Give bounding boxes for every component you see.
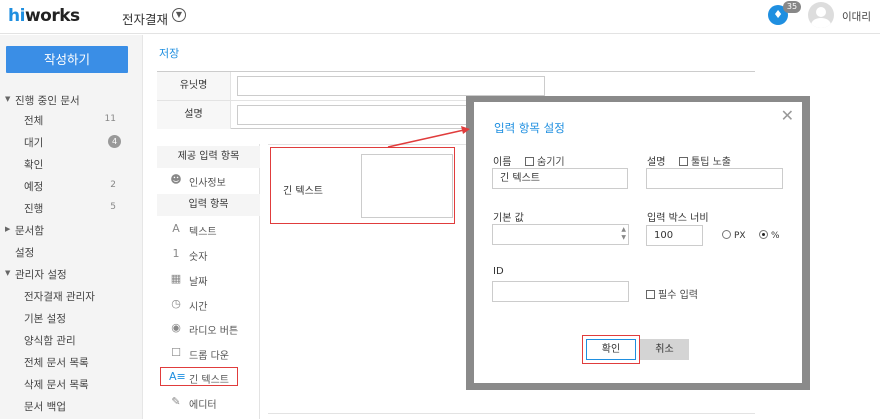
calendar-icon: ▦: [170, 272, 182, 285]
canvas-divider-bottom: [268, 413, 755, 414]
count-waiting-badge: 4: [108, 135, 121, 148]
app-title: 전자결재: [122, 12, 169, 27]
palette-item-dropdown[interactable]: ☐ 드롭 다운: [169, 345, 257, 363]
unit-name-label: 유닛명: [157, 72, 231, 100]
count-all: 11: [104, 114, 116, 124]
input-width-label: 입력 박스 너비: [647, 213, 709, 224]
palette-item-editor[interactable]: ✎ 에디터: [169, 394, 257, 412]
close-icon[interactable]: ✕: [781, 106, 794, 125]
default-value-input[interactable]: ▲ ▼: [492, 224, 629, 245]
unit-percent-radio[interactable]: %: [759, 230, 780, 241]
modal-title: 입력 항목 설정: [494, 121, 565, 135]
sidebar-item-basic-settings[interactable]: 기본 설정: [0, 308, 143, 328]
palette-item-number[interactable]: 1 숫자: [169, 246, 257, 264]
count-progress: 5: [110, 202, 116, 212]
sidebar-item-all[interactable]: 전체 11: [0, 110, 143, 130]
count-scheduled: 2: [110, 180, 116, 190]
sidebar-item-archive[interactable]: ▶ 문서함: [0, 220, 143, 240]
tooltip-checkbox[interactable]: 툴팁 노출: [679, 153, 731, 168]
sidebar-item-deleted-docs[interactable]: 삭제 문서 목록: [0, 374, 143, 394]
caret-down-icon: ▼: [5, 269, 11, 277]
name-label: 이름: [493, 157, 512, 168]
unit-px-radio[interactable]: PX: [722, 230, 746, 241]
input-fields-header: 입력 항목: [157, 194, 260, 216]
sidebar-item-progress[interactable]: 진행 5: [0, 198, 143, 218]
sidebar-item-all-docs[interactable]: 전체 문서 목록: [0, 352, 143, 372]
palette-item-radio[interactable]: ◉ 라디오 버튼: [169, 320, 257, 338]
notification-badge: 35: [783, 1, 801, 13]
id-label: ID: [493, 266, 504, 277]
checkbox-icon: [646, 290, 655, 299]
sidebar-item-admin-settings[interactable]: ▼ 관리자 설정: [0, 264, 143, 284]
provided-fields-header: 제공 입력 항목: [157, 146, 260, 168]
palette-item-date[interactable]: ▦ 날짜: [169, 271, 257, 289]
sidebar-item-template-manage[interactable]: 양식함 관리: [0, 330, 143, 350]
spinner-icon[interactable]: ▲ ▼: [621, 226, 626, 242]
caret-right-icon: ▶: [5, 225, 11, 233]
user-name[interactable]: 이대리: [842, 9, 871, 24]
edit-icon: ✎: [171, 395, 181, 408]
confirm-highlight: [582, 335, 640, 364]
text-icon: A: [172, 222, 180, 235]
checkbox-icon: [679, 157, 688, 166]
number-icon: 1: [172, 247, 180, 260]
sidebar: 작성하기 ▼ 진행 중인 문서 전체 11 대기 4 확인 예정 2 진행 5 …: [0, 35, 143, 419]
name-input[interactable]: 긴 텍스트: [492, 168, 628, 189]
cancel-button[interactable]: 취소: [640, 339, 689, 360]
description-label: 설명: [157, 101, 231, 129]
sidebar-item-approval-admin[interactable]: 전자결재 관리자: [0, 286, 143, 306]
sidebar-item-doc-backup[interactable]: 문서 백업: [0, 396, 143, 416]
radio-icon: ◉: [171, 321, 181, 334]
clock-icon: ◷: [171, 297, 181, 310]
hiworks-logo[interactable]: hiworks: [8, 6, 80, 26]
canvas-field-highlight[interactable]: [270, 147, 455, 224]
caret-down-icon: ▼: [5, 95, 11, 103]
sidebar-item-in-progress[interactable]: ▼ 진행 중인 문서: [0, 90, 143, 110]
save-link[interactable]: 저장: [159, 45, 179, 61]
sidebar-item-scheduled[interactable]: 예정 2: [0, 176, 143, 196]
sidebar-item-waiting[interactable]: 대기 4: [0, 132, 143, 152]
hide-checkbox[interactable]: 숨기기: [525, 153, 565, 168]
sidebar-item-settings[interactable]: 설정: [0, 242, 143, 262]
description-label: 설명: [647, 157, 666, 168]
compose-button[interactable]: 작성하기: [6, 46, 128, 73]
palette-item-text[interactable]: A 텍스트: [169, 221, 257, 239]
input-width-field[interactable]: 100: [646, 225, 703, 246]
description-input[interactable]: [646, 168, 783, 189]
default-value-label: 기본 값: [493, 213, 524, 224]
sidebar-item-confirm[interactable]: 확인: [0, 154, 143, 174]
radio-icon: [722, 230, 731, 239]
unit-name-input[interactable]: [237, 76, 545, 96]
people-icon: ☻: [170, 173, 182, 186]
checkbox-icon: [525, 157, 534, 166]
top-bar: hiworks 전자결재 ▼ ♦ 35 이대리: [0, 0, 880, 34]
chevron-down-icon[interactable]: ▼: [172, 8, 186, 22]
radio-selected-icon: [759, 230, 768, 239]
palette-item-hr-info[interactable]: ☻ 인사정보: [169, 172, 257, 190]
palette-item-time[interactable]: ◷ 시간: [169, 296, 257, 314]
required-checkbox[interactable]: 필수 입력: [646, 286, 698, 301]
dropdown-icon: ☐: [171, 346, 181, 359]
long-text-highlight: [160, 367, 238, 386]
id-input[interactable]: [492, 281, 629, 302]
avatar[interactable]: [808, 2, 834, 28]
